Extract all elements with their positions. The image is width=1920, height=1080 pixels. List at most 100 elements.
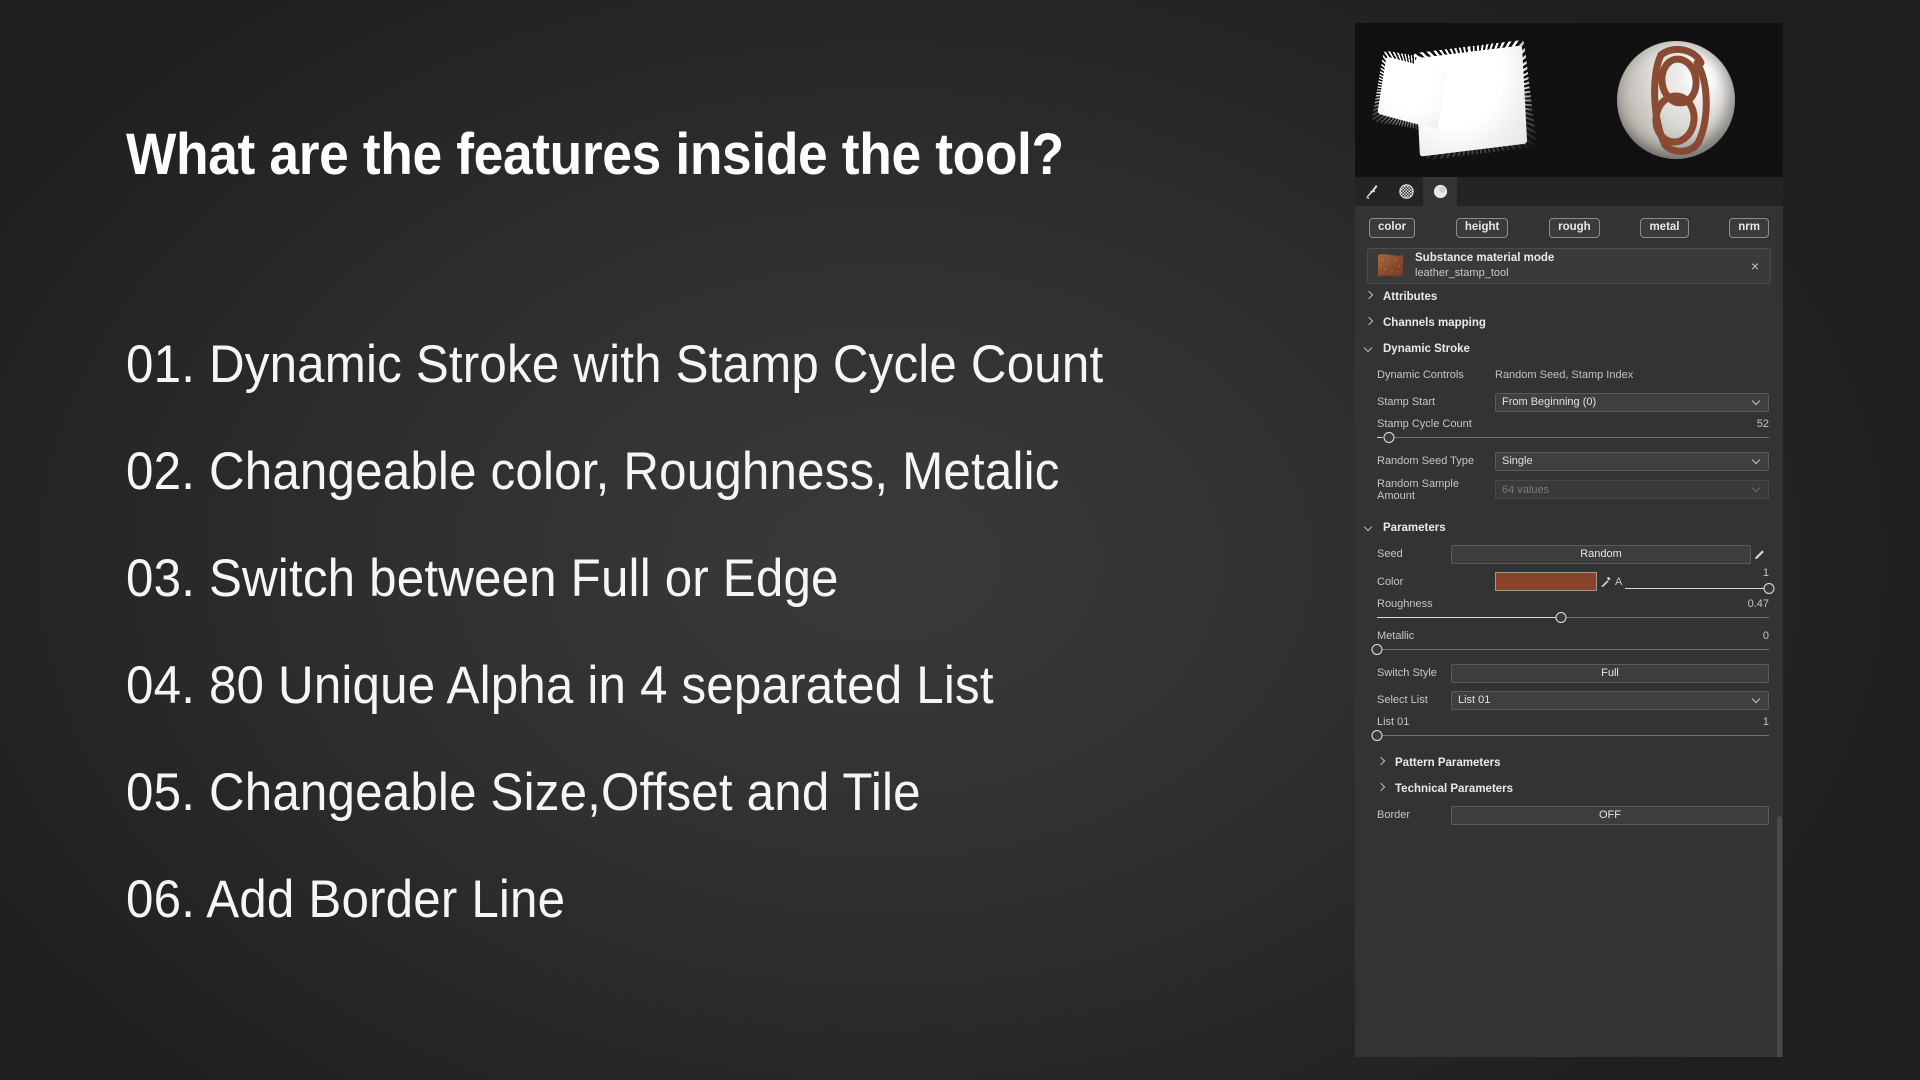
row-list-01: List 01 1 — [1355, 714, 1783, 746]
channel-pill-color[interactable]: color — [1369, 218, 1416, 238]
select-list-value: List 01 — [1458, 694, 1491, 707]
alpha-burst-preview — [1355, 23, 1569, 177]
row-seed: Seed Random — [1355, 541, 1783, 568]
sphere-shape-icon — [1617, 41, 1735, 159]
preview-strip — [1355, 23, 1783, 177]
section-attributes[interactable]: Attributes — [1355, 284, 1783, 310]
brush-tab[interactable] — [1355, 177, 1389, 206]
feature-item-02: 02. Changeable color, Roughness, Metalic — [126, 442, 1060, 501]
eyedropper-icon[interactable] — [1597, 576, 1614, 588]
list-01-value: 1 — [1762, 715, 1769, 728]
section-parameters[interactable]: Parameters — [1355, 515, 1783, 541]
feature-item-05: 05. Changeable Size,Offset and Tile — [126, 763, 921, 822]
panel-body: color height rough metal nrm Substance m… — [1355, 206, 1783, 1057]
seed-label: Seed — [1377, 548, 1403, 561]
section-pattern-parameters[interactable]: Pattern Parameters — [1355, 750, 1783, 776]
channel-pill-rough[interactable]: rough — [1549, 218, 1600, 238]
close-icon[interactable]: × — [1746, 257, 1764, 275]
substance-tool-panel: color height rough metal nrm Substance m… — [1355, 23, 1783, 1057]
row-roughness: Roughness 0.47 — [1355, 596, 1783, 628]
metallic-value: 0 — [1762, 629, 1769, 642]
slider-stub — [1377, 436, 1382, 439]
list-01-head: List 01 1 — [1377, 716, 1769, 728]
material-sphere-icon — [1432, 183, 1449, 200]
random-seed-type-dropdown[interactable]: Single — [1495, 451, 1769, 471]
row-border: Border OFF — [1355, 802, 1783, 829]
chevron-down-icon — [1753, 398, 1762, 407]
slider-knob[interactable] — [1763, 582, 1775, 594]
alpha-tab[interactable] — [1389, 177, 1423, 206]
row-stamp-cycle-count: Stamp Cycle Count 52 — [1355, 416, 1783, 448]
slider-track — [1625, 587, 1769, 590]
chevron-right-icon — [1377, 758, 1386, 767]
brush-icon — [1364, 183, 1381, 200]
border-toggle-button[interactable]: OFF — [1451, 805, 1769, 825]
panel-tab-strip — [1355, 177, 1783, 206]
burst-core-b — [1377, 56, 1447, 130]
stamp-cycle-slider[interactable] — [1377, 431, 1769, 443]
checker-circle-icon — [1398, 183, 1415, 200]
select-list-label: Select List — [1377, 694, 1428, 707]
color-swatch[interactable] — [1495, 572, 1597, 592]
row-color: Color A 1 — [1355, 567, 1783, 596]
stamp-cycle-label: Stamp Cycle Count — [1377, 417, 1472, 430]
material-sphere-preview — [1569, 23, 1783, 177]
material-tab[interactable] — [1423, 177, 1457, 206]
chevron-right-icon — [1365, 318, 1374, 327]
feature-item-06: 06. Add Border Line — [126, 870, 566, 929]
chevron-down-icon — [1753, 457, 1762, 466]
random-seed-type-label: Random Seed Type — [1377, 455, 1475, 468]
list-01-slider[interactable] — [1371, 729, 1769, 741]
section-channels-mapping-label: Channels mapping — [1383, 316, 1486, 329]
row-select-list: Select List List 01 — [1355, 687, 1783, 714]
slider-track — [1377, 436, 1769, 439]
feature-item-04: 04. 80 Unique Alpha in 4 separated List — [126, 656, 994, 715]
slider-track-filled — [1377, 616, 1562, 619]
slider-track — [1377, 648, 1769, 651]
row-switch-style: Switch Style Full — [1355, 660, 1783, 687]
seed-random-button[interactable]: Random — [1451, 544, 1751, 564]
panel-scrollbar[interactable] — [1777, 816, 1782, 1057]
switch-style-label: Switch Style — [1377, 667, 1437, 680]
switch-style-button[interactable]: Full — [1451, 663, 1769, 683]
slider-knob[interactable] — [1371, 643, 1383, 655]
random-sample-value: 64 values — [1502, 483, 1550, 496]
roughness-value: 0.47 — [1747, 597, 1769, 610]
list-01-label: List 01 — [1377, 715, 1410, 728]
section-technical-parameters[interactable]: Technical Parameters — [1355, 776, 1783, 802]
material-card[interactable]: Substance material mode leather_stamp_to… — [1367, 247, 1771, 284]
slider-knob[interactable] — [1371, 729, 1383, 741]
color-label: Color — [1377, 575, 1404, 588]
section-channels-mapping[interactable]: Channels mapping — [1355, 310, 1783, 336]
metallic-label: Metallic — [1377, 629, 1415, 642]
section-parameters-label: Parameters — [1383, 521, 1446, 534]
burst-core-a — [1414, 45, 1528, 157]
alpha-slider-wrap: 1 — [1625, 567, 1775, 594]
slider-knob[interactable] — [1383, 431, 1395, 443]
channel-pill-nrm[interactable]: nrm — [1729, 218, 1769, 238]
dynamic-controls-value: Random Seed, Stamp Index — [1495, 369, 1634, 382]
alpha-slider[interactable] — [1625, 582, 1775, 594]
chevron-down-icon — [1753, 485, 1762, 494]
section-dynamic-stroke[interactable]: Dynamic Stroke — [1355, 336, 1783, 362]
row-random-seed-type: Random Seed Type Single — [1355, 448, 1783, 475]
roughness-head: Roughness 0.47 — [1377, 598, 1769, 610]
random-seed-type-value: Single — [1502, 455, 1533, 468]
roughness-slider[interactable] — [1377, 611, 1769, 623]
stamp-start-dropdown[interactable]: From Beginning (0) — [1495, 392, 1769, 412]
slide-content-column: What are the features inside the tool? 0… — [0, 0, 1340, 1080]
random-sample-dropdown[interactable]: 64 values — [1495, 480, 1769, 500]
row-metallic: Metallic 0 — [1355, 628, 1783, 660]
leather-stamp-pattern-icon — [1651, 45, 1710, 155]
edit-pencil-icon[interactable] — [1751, 548, 1769, 560]
channel-pill-height[interactable]: height — [1455, 218, 1509, 238]
slider-knob[interactable] — [1555, 611, 1567, 623]
material-thumbnail — [1374, 251, 1407, 281]
material-title: Substance material mode — [1415, 252, 1555, 265]
stamp-start-label: Stamp Start — [1377, 396, 1436, 409]
select-list-dropdown[interactable]: List 01 — [1451, 690, 1769, 710]
channel-pill-metal[interactable]: metal — [1640, 218, 1689, 238]
roughness-label: Roughness — [1377, 597, 1433, 610]
metallic-slider[interactable] — [1371, 643, 1769, 655]
slide-background: What are the features inside the tool? 0… — [0, 0, 1920, 1080]
